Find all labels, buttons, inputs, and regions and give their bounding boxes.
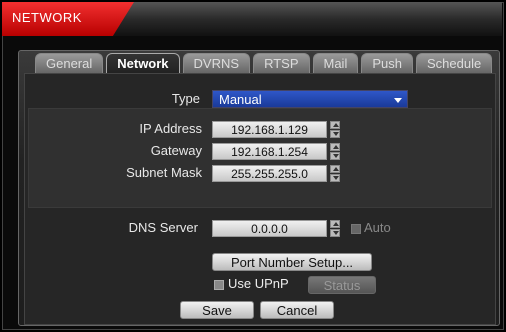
dns-server-field[interactable]: 0.0.0.0: [212, 220, 327, 237]
tab-mail[interactable]: Mail: [312, 53, 359, 73]
gateway-spinner[interactable]: [330, 143, 340, 160]
type-label: Type: [171, 91, 200, 106]
tab-bar: General Network DVRNS RTSP Mail Push Sch…: [35, 53, 495, 73]
cancel-button[interactable]: Cancel: [260, 301, 334, 319]
spin-up-icon[interactable]: [330, 220, 340, 228]
use-upnp-label: Use UPnP: [228, 276, 289, 291]
chevron-down-icon: [394, 98, 402, 103]
spin-up-icon[interactable]: [330, 143, 340, 151]
ip-address-spinner[interactable]: [330, 121, 340, 138]
tab-schedule[interactable]: Schedule: [415, 53, 493, 73]
spin-up-icon[interactable]: [330, 165, 340, 173]
save-button[interactable]: Save: [180, 301, 254, 319]
gateway-field[interactable]: 192.168.1.254: [212, 143, 327, 160]
spin-up-icon[interactable]: [330, 121, 340, 129]
upnp-status-button[interactable]: Status: [308, 276, 376, 294]
page-title: NETWORK: [12, 10, 82, 25]
dns-auto-label: Auto: [364, 220, 391, 235]
subnet-mask-field[interactable]: 255.255.255.0: [212, 165, 327, 182]
spin-down-icon[interactable]: [330, 130, 340, 138]
dns-server-spinner[interactable]: [330, 220, 340, 237]
tab-network[interactable]: Network: [106, 53, 180, 73]
use-upnp-checkbox[interactable]: [214, 280, 224, 290]
gateway-label: Gateway: [150, 143, 202, 158]
dns-auto-checkbox[interactable]: [351, 224, 361, 234]
dns-server-label: DNS Server: [128, 220, 198, 235]
tab-dvrns[interactable]: DVRNS: [182, 53, 251, 73]
spin-down-icon[interactable]: [330, 229, 340, 237]
port-number-setup-button[interactable]: Port Number Setup...: [212, 253, 372, 271]
type-value: Manual: [219, 92, 262, 107]
type-select[interactable]: Manual: [212, 90, 408, 108]
ip-address-label: IP Address: [139, 121, 202, 136]
spin-down-icon[interactable]: [330, 152, 340, 160]
tab-rtsp[interactable]: RTSP: [253, 53, 310, 73]
spin-down-icon[interactable]: [330, 174, 340, 182]
subnet-mask-label: Subnet Mask: [126, 165, 202, 180]
ip-address-field[interactable]: 192.168.1.129: [212, 121, 327, 138]
tab-general[interactable]: General: [35, 53, 104, 73]
subnet-mask-spinner[interactable]: [330, 165, 340, 182]
tab-push[interactable]: Push: [361, 53, 413, 73]
